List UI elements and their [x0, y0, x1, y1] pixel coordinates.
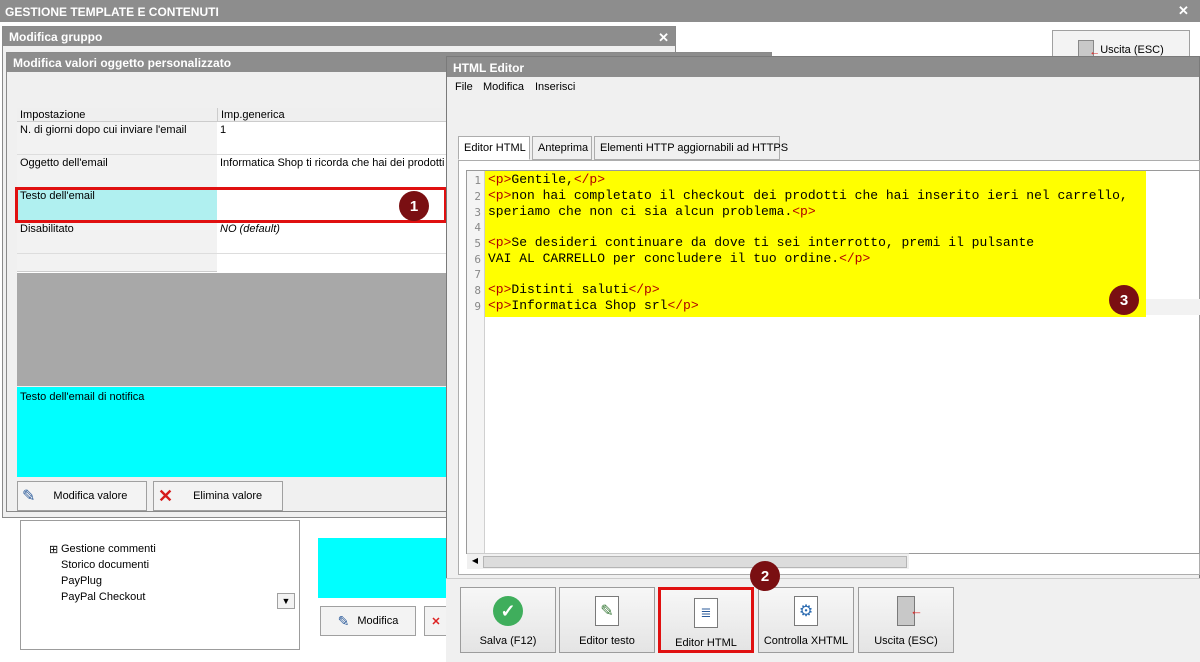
- menu-modifica[interactable]: Modifica: [483, 81, 524, 93]
- grid-empty-area: [17, 273, 447, 386]
- code-line: speriamo che non ci sia alcun problema.<…: [488, 204, 816, 219]
- main-window-title: GESTIONE TEMPLATE E CONTENUTI: [5, 5, 219, 19]
- gear-document-icon: ⚙: [794, 596, 818, 626]
- bg-cyan-area: [318, 538, 448, 598]
- pencil-icon: ✎: [337, 612, 350, 629]
- main-close-icon[interactable]: ✕: [1178, 3, 1189, 19]
- menu-inserisci[interactable]: Inserisci: [535, 81, 575, 93]
- grid-row-name[interactable]: N. di giorni dopo cui inviare l'email: [17, 122, 217, 155]
- checkmark-icon: ✓: [493, 596, 523, 626]
- tree-item-expand-icon[interactable]: ⊞: [49, 543, 58, 556]
- exit-label: Uscita (ESC): [874, 635, 938, 647]
- save-label: Salva (F12): [479, 635, 537, 647]
- code-line: VAI AL CARRELLO per concludere il tuo or…: [488, 251, 871, 266]
- grid-row-empty[interactable]: [17, 254, 217, 272]
- tree-item[interactable]: PayPal Checkout: [61, 591, 145, 603]
- grid-header-value: Imp.generica: [217, 108, 447, 122]
- line-number: 6: [474, 253, 481, 266]
- tree-item[interactable]: Gestione commenti: [61, 543, 156, 555]
- scrollbar-thumb[interactable]: [483, 556, 907, 568]
- current-line-highlight: [1146, 299, 1200, 315]
- code-line: <p>Se desideri continuare da dove ti sei…: [488, 235, 1035, 250]
- main-window-titlebar: GESTIONE TEMPLATE E CONTENUTI: [0, 0, 1200, 22]
- line-number: 1: [474, 174, 481, 187]
- delete-value-label: Elimina valore: [193, 490, 263, 502]
- grid-row-value[interactable]: 1: [217, 122, 447, 155]
- modify-value-label: Modifica valore: [53, 490, 128, 502]
- horizontal-scrollbar[interactable]: ◀: [467, 553, 909, 569]
- html-editor-title: HTML Editor: [453, 61, 525, 75]
- html-editor-button[interactable]: ≣ Editor HTML: [658, 587, 754, 653]
- notification-label: Testo dell'email di notifica: [20, 391, 145, 403]
- tree-item[interactable]: PayPlug: [61, 575, 102, 587]
- line-number: 2: [474, 190, 481, 203]
- html-editor-label: Editor HTML: [675, 637, 737, 649]
- group-window-title: Modifica gruppo: [9, 30, 103, 44]
- delete-x-icon: ✕: [158, 485, 174, 506]
- text-editor-button[interactable]: ✎ Editor testo: [559, 587, 655, 653]
- bg-modify-label: Modifica: [357, 615, 399, 627]
- annotation-badge-3: 3: [1109, 285, 1139, 315]
- check-xhtml-label: Controlla XHTML: [763, 635, 849, 647]
- menu-file[interactable]: File: [455, 81, 473, 93]
- line-number: 9: [474, 300, 481, 313]
- code-line: <p>Informatica Shop srl</p>: [488, 298, 699, 313]
- annotation-badge-1: 1: [399, 191, 429, 221]
- check-xhtml-button[interactable]: ⚙ Controlla XHTML: [758, 587, 854, 653]
- text-editor-label: Editor testo: [579, 635, 635, 647]
- tab-https-elements[interactable]: Elementi HTTP aggiornabili ad HTTPS: [594, 136, 788, 160]
- line-number: 7: [474, 268, 481, 281]
- line-number: 8: [474, 284, 481, 297]
- delete-value-button[interactable]: ✕ Elimina valore: [153, 481, 283, 511]
- main-exit-label: Uscita (ESC): [1100, 44, 1164, 56]
- annotation-box-1: [15, 187, 447, 223]
- tab-editor-html[interactable]: Editor HTML: [458, 136, 530, 160]
- line-number-gutter: 1 2 3 4 5 6 7 8 9: [467, 171, 485, 553]
- exit-button[interactable]: ← Uscita (ESC): [858, 587, 954, 653]
- template-tree-panel: ⊞ Gestione commenti Storico documenti Pa…: [20, 520, 300, 650]
- tree-item[interactable]: Storico documenti: [61, 559, 149, 571]
- bg-delete-icon[interactable]: ✕: [424, 606, 448, 636]
- grid-header-setting: Impostazione: [17, 108, 217, 122]
- html-document-icon: ≣: [694, 598, 718, 628]
- line-number: 5: [474, 237, 481, 250]
- tree-scroll-down-icon[interactable]: ▼: [277, 593, 295, 609]
- group-close-icon[interactable]: ✕: [658, 30, 669, 46]
- code-line: <p>Distinti saluti</p>: [488, 282, 660, 297]
- html-editor-titlebar: HTML Editor: [447, 57, 1199, 77]
- grid-row-name[interactable]: Disabilitato: [17, 221, 217, 254]
- grid-row-value[interactable]: Informatica Shop ti ricorda che hai dei …: [217, 155, 447, 188]
- line-number: 4: [474, 221, 481, 234]
- code-editor[interactable]: 1 2 3 4 5 6 7 8 9 <p>Gentile,</p> <p>non…: [466, 170, 1200, 569]
- custom-window-title: Modifica valori oggetto personalizzato: [13, 56, 232, 70]
- tab-anteprima[interactable]: Anteprima: [532, 136, 592, 160]
- line-number: 3: [474, 206, 481, 219]
- grid-row-value[interactable]: NO (default): [217, 221, 447, 254]
- annotation-badge-2: 2: [750, 561, 780, 591]
- edit-document-icon: ✎: [595, 596, 619, 626]
- save-button[interactable]: ✓ Salva (F12): [460, 587, 556, 653]
- code-line: <p>non hai completato il checkout dei pr…: [488, 188, 1128, 203]
- group-window-titlebar: Modifica gruppo ✕: [3, 27, 675, 46]
- exit-door-icon: ←: [897, 596, 923, 626]
- code-line: <p>Gentile,</p>: [488, 172, 606, 187]
- grid-row-name[interactable]: Oggetto dell'email: [17, 155, 217, 188]
- notification-text-area[interactable]: Testo dell'email di notifica: [17, 387, 447, 477]
- pencil-icon: ✎: [22, 488, 36, 505]
- bg-modify-button[interactable]: ✎ Modifica: [320, 606, 416, 636]
- scroll-left-icon[interactable]: ◀: [469, 556, 481, 568]
- modify-value-button[interactable]: ✎ Modifica valore: [17, 481, 147, 511]
